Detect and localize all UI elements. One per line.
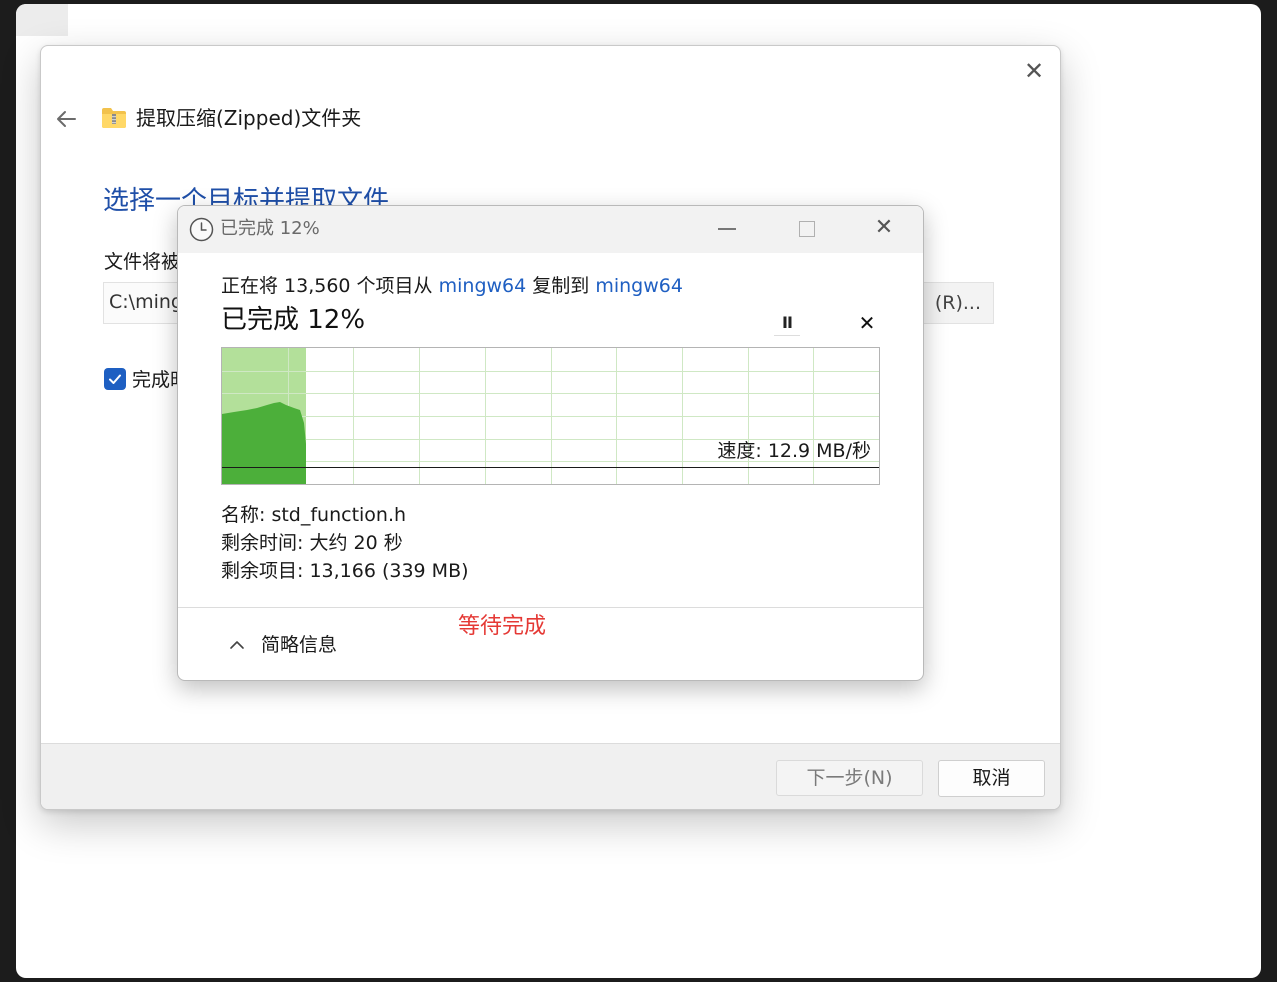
wizard-title: 提取压缩(Zipped)文件夹 bbox=[136, 106, 362, 130]
transfer-speed-graph: 速度: 12.9 MB/秒 bbox=[221, 347, 880, 485]
progress-window-title: 已完成 12% bbox=[220, 218, 320, 239]
fewer-details-toggle[interactable]: 简略信息 bbox=[261, 631, 337, 659]
copy-prefix: 正在将 13,560 个项目从 bbox=[221, 275, 439, 297]
wizard-footer: 下一步(N) 取消 bbox=[41, 743, 1060, 809]
zip-folder-icon bbox=[101, 107, 127, 129]
close-icon[interactable]: ✕ bbox=[870, 214, 898, 242]
progress-titlebar: 已完成 12% ✕ bbox=[178, 206, 923, 253]
percent-complete: 已完成 12% bbox=[221, 305, 366, 335]
items-remaining: 剩余项目: 13,166 (339 MB) bbox=[221, 560, 469, 582]
cancel-button[interactable]: 取消 bbox=[938, 760, 1045, 797]
target-link[interactable]: mingw64 bbox=[595, 275, 683, 297]
speed-readout: 速度: 12.9 MB/秒 bbox=[717, 440, 871, 462]
waiting-note: 等待完成 bbox=[458, 614, 547, 639]
clock-icon bbox=[189, 217, 214, 242]
time-remaining: 剩余时间: 大约 20 秒 bbox=[221, 532, 403, 554]
destination-label: 文件将被 bbox=[104, 251, 181, 273]
next-button[interactable]: 下一步(N) bbox=[776, 760, 923, 796]
divider bbox=[178, 607, 923, 608]
close-icon[interactable]: ✕ bbox=[1021, 58, 1047, 84]
chevron-up-icon[interactable] bbox=[226, 634, 248, 656]
speed-area bbox=[222, 402, 306, 484]
copy-description: 正在将 13,560 个项目从 mingw64 复制到 mingw64 bbox=[221, 272, 683, 300]
copy-middle: 复制到 bbox=[526, 275, 596, 297]
show-files-checkbox[interactable] bbox=[104, 368, 126, 390]
source-link[interactable]: mingw64 bbox=[439, 275, 527, 297]
pause-button[interactable]: II bbox=[774, 310, 800, 336]
file-name: 名称: std_function.h bbox=[221, 504, 407, 526]
checkmark-icon bbox=[109, 374, 121, 384]
minimize-icon[interactable] bbox=[718, 228, 736, 230]
stop-button[interactable]: ✕ bbox=[854, 310, 880, 336]
maximize-icon[interactable] bbox=[799, 221, 815, 237]
back-arrow-icon[interactable] bbox=[51, 104, 81, 134]
copy-progress-dialog: 已完成 12% ✕ 正在将 13,560 个项目从 mingw64 复制到 mi… bbox=[177, 205, 924, 681]
corner-tab bbox=[16, 4, 68, 36]
